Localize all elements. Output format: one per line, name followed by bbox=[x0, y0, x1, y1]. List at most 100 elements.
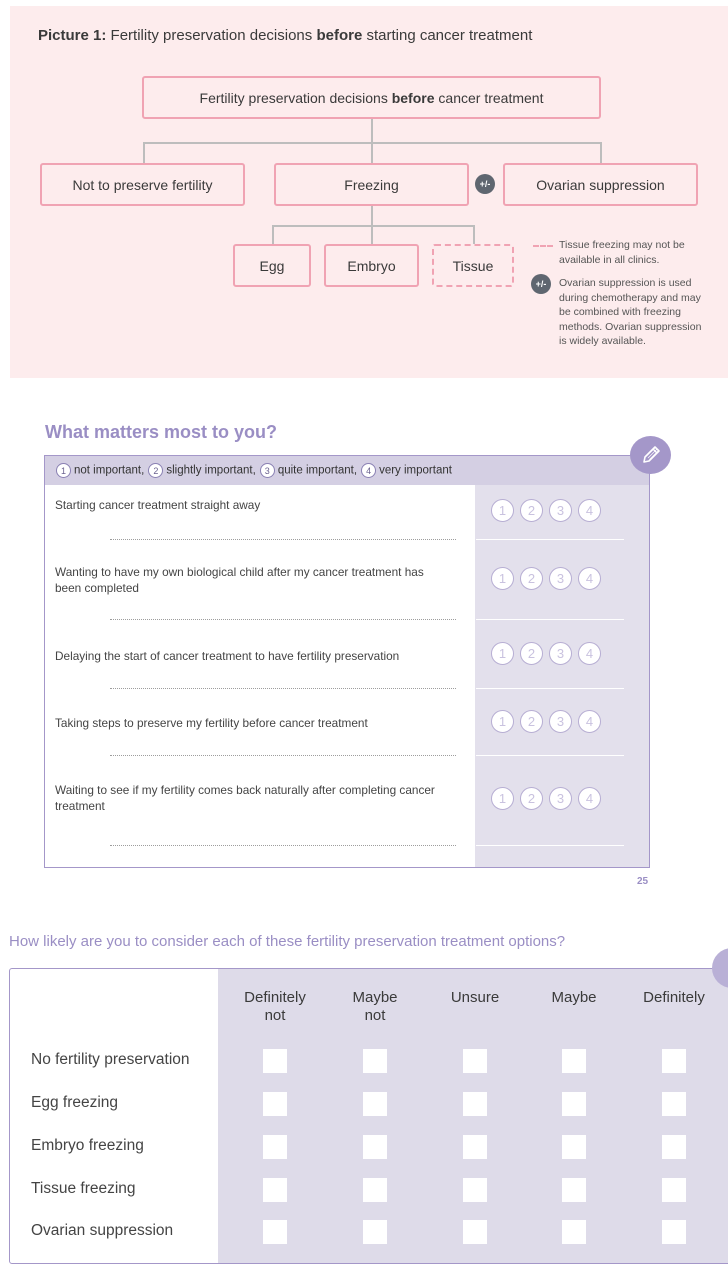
rating-key-label: not important, bbox=[74, 464, 145, 477]
rating-option-1[interactable]: 1 bbox=[491, 567, 514, 590]
column-header-line: Maybe bbox=[551, 989, 597, 1006]
statement-text: Delaying the start of cancer treatment t… bbox=[55, 649, 400, 663]
rating-option-2[interactable]: 2 bbox=[520, 499, 543, 522]
rating-option-1[interactable]: 1 bbox=[491, 499, 514, 522]
column-header: Maybe not bbox=[325, 989, 425, 1025]
rating-option-1[interactable]: 1 bbox=[491, 710, 514, 733]
answer-checkbox[interactable] bbox=[562, 1220, 586, 1244]
answer-checkbox[interactable] bbox=[662, 1135, 686, 1159]
node-egg: Egg bbox=[233, 244, 311, 287]
write-in-line[interactable] bbox=[110, 688, 456, 689]
answer-checkbox[interactable] bbox=[463, 1049, 487, 1073]
rating-key-number: 4 bbox=[361, 463, 377, 478]
column-header-line: Maybe bbox=[352, 989, 398, 1006]
rating-column bbox=[475, 485, 649, 867]
rating-option-2[interactable]: 2 bbox=[520, 567, 543, 590]
dashed-line-legend-icon bbox=[533, 245, 553, 247]
rating-option-3[interactable]: 3 bbox=[549, 567, 572, 590]
rating-option-3[interactable]: 3 bbox=[549, 499, 572, 522]
answer-checkbox[interactable] bbox=[463, 1135, 487, 1159]
node-embryo: Embryo bbox=[324, 244, 419, 287]
answer-checkbox[interactable] bbox=[463, 1178, 487, 1202]
rating-option-4[interactable]: 4 bbox=[578, 710, 601, 733]
rating-option-4[interactable]: 4 bbox=[578, 567, 601, 590]
rating-key-label: quite important, bbox=[277, 464, 358, 477]
answer-checkbox[interactable] bbox=[263, 1220, 287, 1244]
pencil-icon-graphic bbox=[642, 446, 660, 463]
rating-option-3[interactable]: 3 bbox=[549, 642, 572, 665]
connector-line bbox=[473, 225, 475, 245]
statement-text: Wanting to have my own biological child … bbox=[55, 565, 424, 595]
write-in-line[interactable] bbox=[110, 619, 456, 620]
answer-checkbox[interactable] bbox=[263, 1178, 287, 1202]
statement-text: Waiting to see if my fertility comes bac… bbox=[55, 783, 435, 813]
rating-option-1[interactable]: 1 bbox=[491, 787, 514, 810]
what-matters-heading: What matters most to you? bbox=[45, 422, 278, 442]
picture-title-bold: before bbox=[316, 27, 363, 44]
legend-tissue-text: Tissue freezing may not be available in … bbox=[559, 239, 685, 266]
root-node-text-end: cancer treatment bbox=[438, 89, 544, 106]
answer-checkbox[interactable] bbox=[363, 1092, 387, 1116]
pencil-icon[interactable] bbox=[630, 436, 671, 474]
picture-label: Picture 1: bbox=[38, 27, 107, 44]
column-header-line: not bbox=[264, 1007, 286, 1024]
answer-checkbox[interactable] bbox=[363, 1049, 387, 1073]
picture-title: Picture 1: Fertility preservation decisi… bbox=[38, 27, 532, 44]
rating-key-number: 1 bbox=[56, 463, 71, 478]
statement-text: Taking steps to preserve my fertility be… bbox=[55, 716, 368, 730]
connector-line bbox=[371, 205, 373, 225]
rating-option-3[interactable]: 3 bbox=[549, 787, 572, 810]
answer-checkbox[interactable] bbox=[263, 1135, 287, 1159]
node-tissue: Tissue bbox=[432, 244, 514, 287]
plus-minus-icon: +/- bbox=[531, 274, 551, 294]
answer-checkbox[interactable] bbox=[562, 1092, 586, 1116]
rating-key-item: 2 slightly important, bbox=[148, 463, 256, 478]
write-in-line[interactable] bbox=[110, 539, 456, 540]
answer-checkbox[interactable] bbox=[363, 1220, 387, 1244]
answer-checkbox[interactable] bbox=[463, 1092, 487, 1116]
rating-key: 1 not important, 2 slightly important, 3 quit… bbox=[45, 456, 649, 485]
column-header-line: Definitely bbox=[643, 989, 705, 1006]
answer-checkbox[interactable] bbox=[463, 1220, 487, 1244]
rating-option-4[interactable]: 4 bbox=[578, 499, 601, 522]
write-in-line[interactable] bbox=[110, 845, 456, 846]
connector-line bbox=[272, 225, 474, 227]
plus-minus-icon: +/- bbox=[475, 174, 495, 194]
likely-heading: How likely are you to consider each of t… bbox=[9, 933, 566, 950]
rating-option-2[interactable]: 2 bbox=[520, 787, 543, 810]
option-row-label: Embryo freezing bbox=[31, 1137, 144, 1154]
rating-option-3[interactable]: 3 bbox=[549, 710, 572, 733]
rating-group: 1234 bbox=[491, 642, 601, 665]
column-header: Unsure bbox=[425, 989, 525, 1007]
connector-line bbox=[371, 118, 373, 142]
rating-option-4[interactable]: 4 bbox=[578, 787, 601, 810]
root-node-bold: before bbox=[391, 89, 435, 106]
answer-checkbox[interactable] bbox=[363, 1135, 387, 1159]
option-row-label: No fertility preservation bbox=[31, 1051, 190, 1068]
option-row-label: Tissue freezing bbox=[31, 1180, 136, 1197]
answer-checkbox[interactable] bbox=[662, 1092, 686, 1116]
answer-checkbox[interactable] bbox=[662, 1178, 686, 1202]
answer-checkbox[interactable] bbox=[363, 1178, 387, 1202]
answer-checkbox[interactable] bbox=[562, 1178, 586, 1202]
root-node-text: Fertility preservation decisions bbox=[199, 89, 388, 106]
row-divider bbox=[476, 619, 624, 620]
column-header: Maybe bbox=[524, 989, 624, 1007]
rating-option-2[interactable]: 2 bbox=[520, 642, 543, 665]
answer-checkbox[interactable] bbox=[562, 1049, 586, 1073]
rating-option-1[interactable]: 1 bbox=[491, 642, 514, 665]
option-row-label: Egg freezing bbox=[31, 1094, 119, 1111]
rating-option-4[interactable]: 4 bbox=[578, 642, 601, 665]
answer-checkbox[interactable] bbox=[263, 1092, 287, 1116]
rating-option-2[interactable]: 2 bbox=[520, 710, 543, 733]
column-header-line: not bbox=[364, 1007, 386, 1024]
answer-checkbox[interactable] bbox=[562, 1135, 586, 1159]
answer-checkbox[interactable] bbox=[662, 1049, 686, 1073]
root-node: Fertility preservation decisions before … bbox=[142, 76, 601, 119]
write-in-line[interactable] bbox=[110, 755, 456, 756]
legend-ovarian-text: Ovarian suppression is used during chemo… bbox=[559, 277, 702, 347]
rating-key-label: slightly important, bbox=[166, 464, 256, 477]
answer-checkbox[interactable] bbox=[263, 1049, 287, 1073]
node-freezing: Freezing bbox=[274, 163, 469, 206]
answer-checkbox[interactable] bbox=[662, 1220, 686, 1244]
